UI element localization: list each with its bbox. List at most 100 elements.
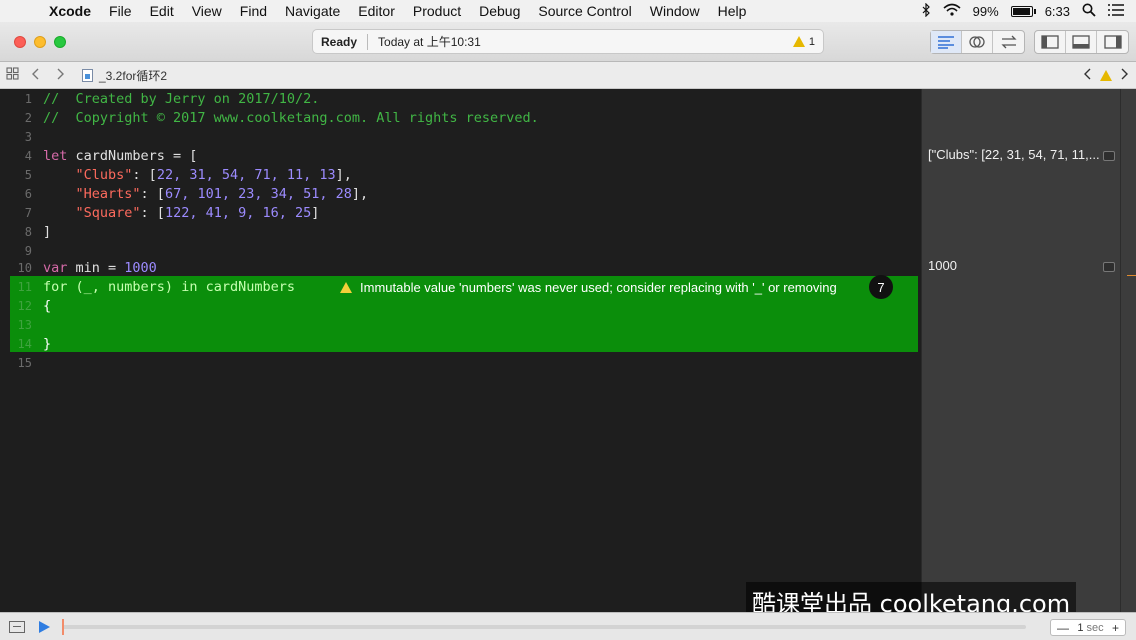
line-number: 5	[24, 168, 32, 182]
code-text: ],	[335, 167, 352, 183]
forward-chevron-icon[interactable]	[48, 67, 72, 83]
warning-icon	[792, 36, 805, 47]
line-number: 12	[17, 299, 32, 313]
results-sidebar: ["Clubs": [22, 31, 54, 71, 11,... 1000	[921, 89, 1136, 612]
code-line-comment[interactable]: // Copyright © 2017 www.coolketang.com. …	[43, 109, 539, 128]
battery-fill	[1012, 7, 1030, 15]
hide-debug-area-icon[interactable]	[9, 620, 25, 633]
timeline-knob[interactable]	[62, 618, 64, 635]
quick-look-icon[interactable]	[1103, 262, 1115, 272]
zoom-window-button[interactable]	[54, 35, 66, 48]
menu-window[interactable]: Window	[641, 3, 709, 19]
warning-indicator[interactable]: 1	[792, 35, 815, 48]
toggle-navigator-button[interactable]	[1035, 31, 1066, 53]
stepper-increment[interactable]: +	[1112, 621, 1119, 635]
menu-find[interactable]: Find	[231, 3, 276, 19]
panel-toggle-group	[1034, 30, 1129, 54]
stepper-number: 1	[1077, 621, 1084, 634]
code-line[interactable]: }	[43, 335, 51, 354]
code-line-comment[interactable]: // Created by Jerry on 2017/10/2.	[43, 90, 319, 109]
clock[interactable]: 6:33	[1045, 4, 1070, 19]
line-number: 7	[24, 206, 32, 220]
issue-navigation	[1084, 68, 1136, 83]
quick-look-icon[interactable]	[1103, 151, 1115, 161]
menu-editor[interactable]: Editor	[349, 3, 404, 19]
code-text: : [	[140, 186, 165, 202]
navigator-panel-icon	[1041, 35, 1059, 49]
stepper-decrement[interactable]: —	[1057, 621, 1069, 635]
notification-center-icon[interactable]	[1108, 3, 1124, 19]
code-line[interactable]: let cardNumbers = [	[43, 147, 197, 166]
line-number: 10	[17, 261, 32, 275]
line-number: 6	[24, 187, 32, 201]
code-line-warning[interactable]: for (_, numbers) in cardNumbers	[43, 278, 295, 297]
code-line[interactable]: "Hearts": [67, 101, 23, 34, 51, 28],	[43, 185, 369, 204]
inline-issue-message[interactable]: Immutable value 'numbers' was never used…	[340, 278, 837, 296]
issue-warning-icon[interactable]	[1100, 69, 1112, 81]
run-playground-icon[interactable]	[39, 620, 50, 633]
back-chevron-icon[interactable]	[24, 67, 48, 83]
code-line[interactable]: var min = 1000	[43, 259, 157, 278]
code-text: ],	[351, 186, 369, 202]
toggle-utilities-button[interactable]	[1097, 31, 1128, 53]
wifi-icon[interactable]	[943, 3, 961, 19]
warning-icon	[340, 281, 352, 293]
window-controls	[0, 35, 66, 48]
editor-mode-group	[930, 30, 1025, 54]
results-divider	[1120, 89, 1121, 612]
timeline-duration-stepper[interactable]: — 1 sec +	[1050, 619, 1126, 636]
battery-icon[interactable]	[1010, 5, 1036, 17]
code-keyword: for	[43, 279, 68, 295]
standard-editor-icon	[938, 36, 954, 49]
spotlight-search-icon[interactable]	[1082, 3, 1096, 20]
battery-percent[interactable]: 99%	[973, 4, 999, 19]
code-line[interactable]: ]	[43, 223, 51, 242]
warning-count: 1	[808, 35, 815, 48]
result-value[interactable]: 1000	[928, 258, 957, 273]
line-number: 1	[24, 92, 32, 106]
jumpbar-file-name[interactable]: _3.2for循环2	[99, 67, 167, 84]
previous-issue-chevron-icon[interactable]	[1084, 68, 1092, 83]
playground-file-icon	[82, 68, 93, 82]
code-keyword: let	[43, 148, 68, 164]
status-ready: Ready	[321, 34, 358, 49]
debug-bar: — 1 sec +	[0, 612, 1136, 640]
close-window-button[interactable]	[14, 35, 26, 48]
next-issue-chevron-icon[interactable]	[1120, 68, 1128, 83]
bluetooth-icon[interactable]	[921, 2, 931, 20]
menu-help[interactable]: Help	[709, 3, 756, 19]
utilities-panel-icon	[1103, 35, 1122, 49]
toggle-debug-area-button[interactable]	[1066, 31, 1097, 53]
related-items-grid-icon[interactable]	[0, 67, 24, 83]
code-line[interactable]: "Clubs": [22, 31, 54, 71, 11, 13],	[43, 166, 352, 185]
code-text: cardNumbers = [	[67, 148, 198, 164]
status-time: Today at 上午10:31	[378, 35, 481, 49]
menu-xcode[interactable]: Xcode	[40, 3, 100, 19]
menu-edit[interactable]: Edit	[141, 3, 183, 19]
code-text: (_, numbers)	[67, 279, 182, 295]
menu-debug[interactable]: Debug	[470, 3, 529, 19]
menu-navigate[interactable]: Navigate	[276, 3, 349, 19]
code-text: min =	[67, 260, 125, 276]
code-line[interactable]: "Square": [122, 41, 9, 16, 25]	[43, 204, 320, 223]
line-number: 11	[17, 280, 32, 294]
assistant-editor-icon	[969, 36, 985, 48]
standard-editor-button[interactable]	[931, 31, 962, 53]
source-editor[interactable]: 1 2 3 4 5 6 7 8 9 10 11 12 13 14 15 // C…	[0, 89, 920, 612]
assistant-editor-button[interactable]	[962, 31, 993, 53]
minimize-window-button[interactable]	[34, 35, 46, 48]
menu-file[interactable]: File	[100, 3, 141, 19]
stepper-value: 1 sec	[1077, 622, 1103, 634]
menu-source-control[interactable]: Source Control	[529, 3, 640, 19]
code-keyword: var	[43, 260, 68, 276]
code-line[interactable]: {	[43, 297, 51, 316]
line-number: 4	[24, 149, 32, 163]
code-text: : [	[132, 167, 157, 183]
timeline-slider[interactable]	[62, 618, 1026, 635]
version-editor-icon	[1000, 35, 1017, 49]
version-editor-button[interactable]	[993, 31, 1024, 53]
menu-product[interactable]: Product	[404, 3, 470, 19]
code-identifier: cardNumbers	[197, 279, 295, 295]
menu-view[interactable]: View	[183, 3, 231, 19]
result-value[interactable]: ["Clubs": [22, 31, 54, 71, 11,...	[928, 147, 1100, 162]
